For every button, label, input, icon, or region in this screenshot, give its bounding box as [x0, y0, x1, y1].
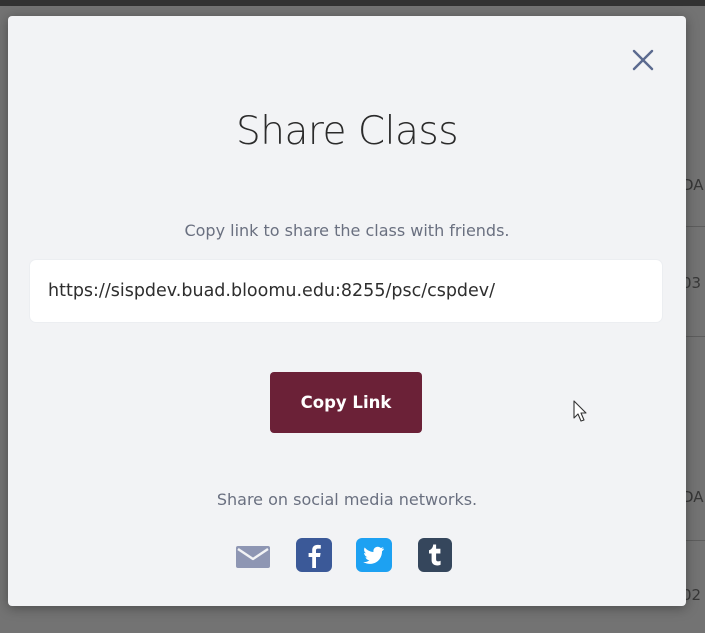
share-class-modal: Share Class Copy link to share the class… [8, 16, 686, 606]
social-share-label: Share on social media networks. [216, 490, 478, 509]
twitter-icon [356, 538, 392, 572]
share-link-input[interactable] [30, 260, 662, 322]
facebook-icon [296, 538, 332, 572]
facebook-share-link[interactable] [296, 538, 332, 576]
email-icon [236, 546, 270, 568]
copy-link-button[interactable]: Copy Link [270, 372, 422, 433]
close-button[interactable] [630, 47, 656, 73]
modal-title: Share Class [235, 109, 459, 154]
close-icon [632, 49, 654, 71]
twitter-share-link[interactable] [356, 538, 392, 576]
tumblr-icon [418, 538, 452, 572]
social-share-icons [8, 538, 686, 572]
tumblr-share-link[interactable] [418, 538, 452, 576]
mouse-cursor-icon [573, 400, 587, 422]
modal-subtitle: Copy link to share the class with friend… [184, 221, 510, 240]
email-share-link[interactable] [236, 546, 270, 572]
